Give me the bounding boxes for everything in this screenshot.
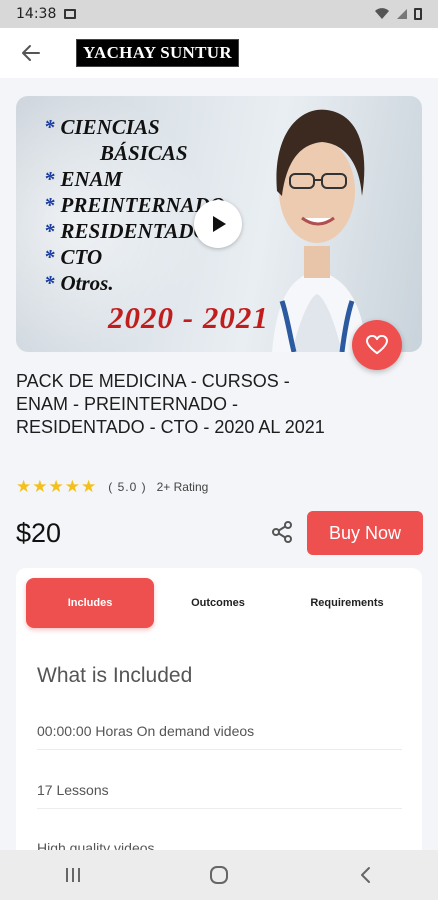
banner-line: * CIENCIAS [44,115,160,139]
signal-icon [397,9,407,19]
star-icon: ★ [48,477,64,496]
course-title: PACK DE MEDICINA - CURSOS - ENAM - PREIN… [16,371,325,437]
home-icon[interactable] [189,855,249,895]
rating-count: 2+ Rating [156,480,209,494]
course-banner: * CIENCIAS BÁSICAS * ENAM * PREINTERNADO * R… [16,96,422,352]
banner-line: * CTO [44,245,103,269]
list-item: 17 Lessons [37,782,402,809]
play-icon [213,216,226,232]
banner-line: * ENAM [44,167,123,191]
star-icon: ★ [16,477,32,496]
section-heading: What is Included [37,664,193,687]
rating-value: ( 5.0 ) [108,480,147,494]
recent-apps-icon[interactable] [43,855,103,895]
wifi-icon [375,8,389,19]
banner-line: BÁSICAS [100,141,188,165]
star-icon: ★ [32,477,48,496]
arrow-left-icon[interactable] [18,40,44,66]
status-bar: 14:38 [0,0,438,28]
star-icon: ★ [81,477,97,496]
buy-now-button[interactable]: Buy Now [307,511,423,555]
list-item: 00:00:00 Horas On demand videos [37,723,402,750]
system-nav-bar [0,850,438,900]
tab-includes[interactable]: Includes [26,578,154,628]
star-icon: ★ [64,477,80,496]
tab-requirements[interactable]: Requirements [282,578,412,628]
tab-outcomes[interactable]: Outcomes [154,578,282,628]
heart-icon [366,335,388,355]
status-icons [374,8,422,20]
banner-line: * Otros. [44,271,114,295]
tab-bar: Includes Outcomes Requirements [26,578,412,628]
play-button[interactable] [194,200,242,248]
gallery-icon [64,9,77,19]
rating-row: ★ ★ ★ ★ ★ ( 5.0 ) 2+ Rating [16,478,208,496]
app-bar: YACHAY SUNTUR [0,28,438,78]
course-price: $20 [16,518,62,548]
favorite-button[interactable] [352,320,402,370]
share-icon[interactable] [270,520,294,544]
details-card: Includes Outcomes Requirements What is I… [16,568,422,858]
battery-icon [414,8,422,20]
banner-year: 2020 - 2021 [108,300,269,335]
back-icon[interactable] [335,855,395,895]
app-logo: YACHAY SUNTUR [76,39,239,67]
status-time: 14:38 [16,6,57,22]
banner-text: * CIENCIAS BÁSICAS * ENAM * PREINTERNADO * R… [44,114,225,296]
star-rating: ★ ★ ★ ★ ★ [16,478,96,496]
